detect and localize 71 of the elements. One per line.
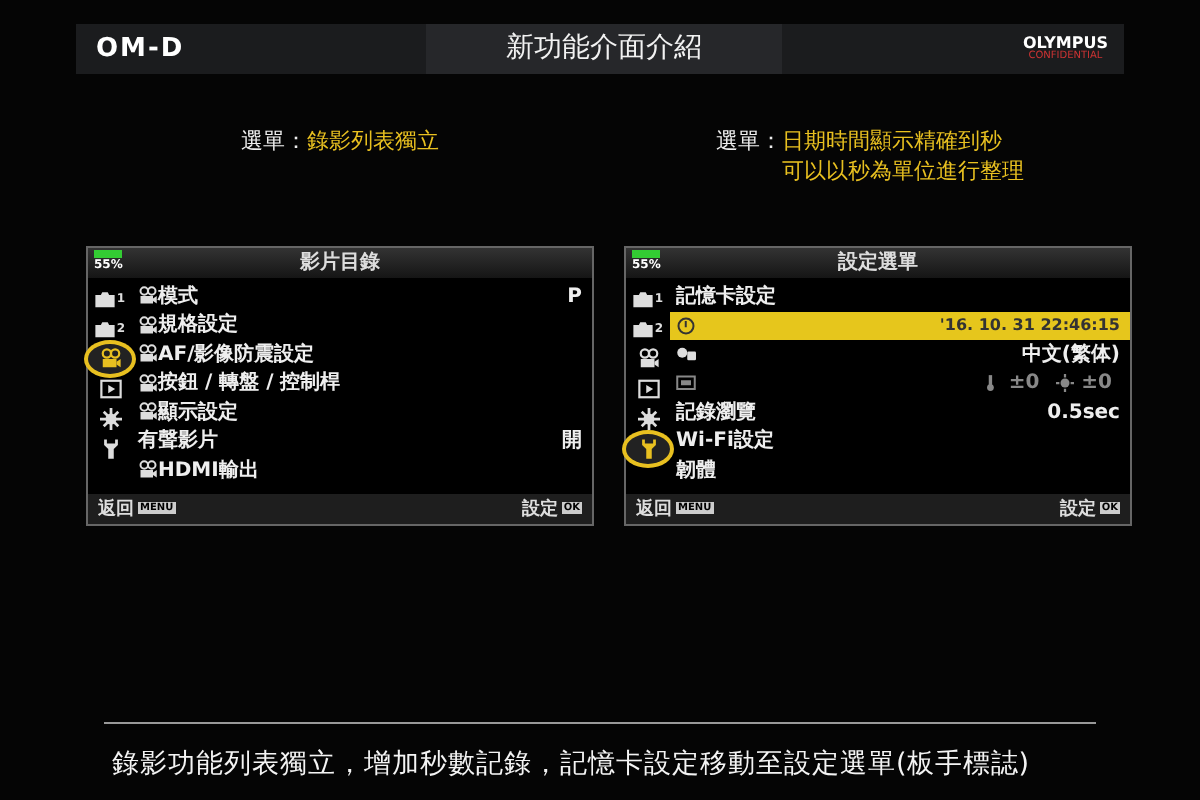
menu-item-value: P xyxy=(567,283,582,312)
movie-camera-icon xyxy=(138,315,158,336)
menu-item-label: Wi-Fi設定 xyxy=(676,426,774,457)
movie-camera-icon xyxy=(138,286,158,307)
caption: 錄影功能列表獨立，增加秒數記錄，記憶卡設定移動至設定選單(板手標誌) xyxy=(110,746,1032,784)
menu-item-label: AF/影像防震設定 xyxy=(158,340,315,370)
movie-camera-icon xyxy=(138,460,158,481)
movie-camera-icon xyxy=(99,348,121,370)
adjust-value: ±0 xyxy=(1008,370,1040,399)
back-label: 返回 xyxy=(636,499,672,520)
menu-item[interactable]: ±0 ±0 xyxy=(670,369,1130,398)
clock-icon xyxy=(676,315,696,336)
note-text: 日期時間顯示精確到秒 xyxy=(782,126,1004,156)
menu-item-label: 記憶卡設定 xyxy=(676,282,776,312)
menu-item[interactable]: 記憶卡設定 xyxy=(670,282,1130,311)
language-value: 中文(繁体) xyxy=(1021,341,1120,370)
camera-icon xyxy=(94,288,117,310)
movie-camera-icon xyxy=(138,344,158,365)
confirm-label: 設定 xyxy=(521,499,558,520)
brand-logo: OLYMPUS xyxy=(1022,36,1108,52)
menu-item[interactable]: '16. 10. 31 22:46:15 xyxy=(670,311,1130,340)
menu-item-label: 模式 xyxy=(158,283,198,312)
camera-icon xyxy=(632,288,655,310)
movie-camera-icon xyxy=(138,373,158,394)
back-label: 返回 xyxy=(98,499,134,520)
menu-item[interactable]: 模式 P xyxy=(132,282,592,311)
menu-item-label: 有聲影片 xyxy=(138,427,218,457)
camera-icon xyxy=(632,318,655,340)
camera-icon xyxy=(94,318,117,340)
wrench-icon xyxy=(99,438,121,460)
menu-item-label: 記錄瀏覽 xyxy=(676,399,756,428)
menu-item-label: HDMI輸出 xyxy=(158,457,259,486)
slide-title: 新功能介面介紹 xyxy=(425,24,782,74)
gear-icon xyxy=(637,408,659,430)
date-time-value: '16. 10. 31 22:46:15 xyxy=(939,313,1120,338)
movie-camera-icon xyxy=(637,348,659,370)
menu-item[interactable]: 按鈕 / 轉盤 / 控制桿 xyxy=(132,369,592,398)
menu-item-label: 規格設定 xyxy=(158,310,238,341)
adjust-value: ±0 xyxy=(1081,370,1112,399)
battery-icon xyxy=(632,250,660,258)
playback-icon xyxy=(99,378,121,400)
battery-icon xyxy=(94,250,122,258)
movie-camera-icon xyxy=(138,402,158,423)
playback-icon xyxy=(637,378,659,400)
note-label: 選單： xyxy=(241,126,307,158)
gear-icon xyxy=(99,408,121,430)
confirm-label: 設定 xyxy=(1059,499,1096,520)
menu-item-value: 開 xyxy=(562,428,582,457)
menu-item-value: 0.5sec xyxy=(1047,399,1120,428)
wrench-icon xyxy=(637,438,659,460)
menu-item[interactable]: 中文(繁体) xyxy=(670,340,1130,369)
menu-item[interactable]: 韌體 xyxy=(670,456,1130,485)
menu-item[interactable]: HDMI輸出 xyxy=(132,456,592,485)
menu-item[interactable]: 顯示設定 xyxy=(132,398,592,427)
note-label: 選單： xyxy=(716,126,782,158)
menu-tab[interactable] xyxy=(626,434,670,464)
menu-item[interactable]: 規格設定 xyxy=(132,311,592,340)
monitor-icon xyxy=(676,373,696,394)
sun-icon xyxy=(1055,374,1074,393)
menu-item[interactable]: 記錄瀏覽 0.5sec xyxy=(670,398,1130,427)
menu-item[interactable]: AF/影像防震設定 xyxy=(132,340,592,369)
note-text: 錄影列表獨立 xyxy=(307,126,439,156)
logo: OM-D xyxy=(94,31,185,68)
menu-item-label: 顯示設定 xyxy=(158,398,238,428)
note-text: 可以以秒為單位進行整理 xyxy=(782,156,1024,186)
menu-item-label: 按鈕 / 轉盤 / 控制桿 xyxy=(158,369,341,399)
menu-item[interactable]: Wi-Fi設定 xyxy=(670,427,1130,456)
menu-item-label: 韌體 xyxy=(676,457,716,486)
menu-item[interactable]: 有聲影片 開 xyxy=(132,427,592,456)
speech-bubble-icon xyxy=(676,344,696,365)
menu-tab[interactable] xyxy=(88,344,132,374)
